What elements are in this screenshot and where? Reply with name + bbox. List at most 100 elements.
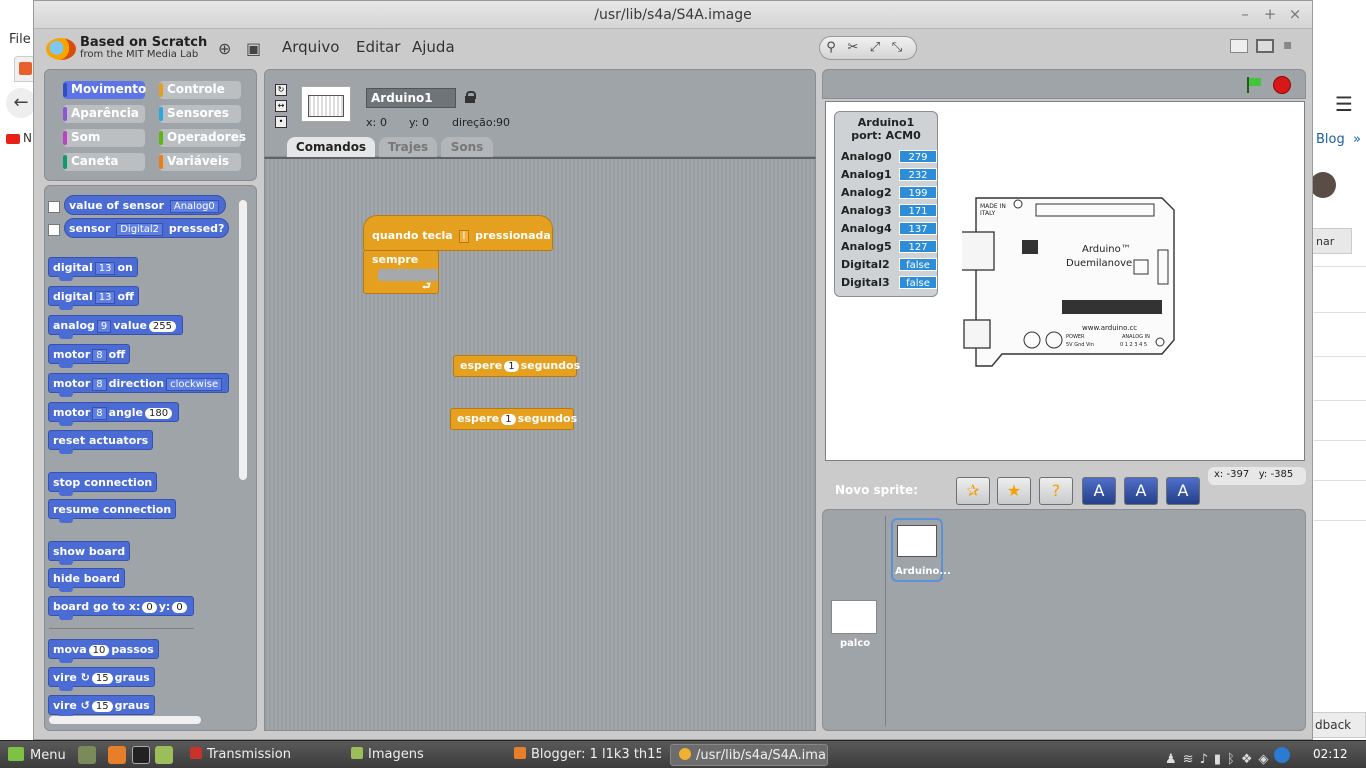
paint-new-sprite-button[interactable]: ✰	[956, 477, 990, 505]
category-som[interactable]: Som	[63, 129, 145, 147]
seconds-input[interactable]: 1	[501, 414, 516, 425]
start-menu-button[interactable]: Menu	[8, 747, 66, 763]
minimize-button[interactable]: –	[1236, 5, 1254, 23]
sensor-dropdown[interactable]: Digital2	[116, 223, 164, 236]
grow-tool-icon[interactable]: ⤢	[864, 37, 886, 59]
block-hide-board[interactable]: hide board	[48, 568, 125, 592]
category-sensores[interactable]: Sensores	[159, 105, 241, 123]
shrink-tool-icon[interactable]: ⤡	[886, 37, 908, 59]
block-board-go-to[interactable]: board go to x: 0 y: 0	[48, 596, 194, 620]
firefox-icon[interactable]	[108, 746, 126, 764]
lock-icon[interactable]	[465, 91, 476, 103]
x-input[interactable]: 0	[142, 602, 157, 613]
user-icon[interactable]: ♟	[1165, 752, 1183, 767]
task-s4a[interactable]: /usr/lib/s4a/S4A.ima...	[670, 744, 828, 766]
seconds-input[interactable]: 1	[504, 361, 519, 372]
random-sprite-button[interactable]: ?	[1039, 477, 1073, 505]
browser-partial-button[interactable]: nar	[1312, 228, 1352, 254]
angle-input[interactable]: 180	[145, 408, 173, 419]
sprite-card-arduino1[interactable]: Arduino...	[891, 518, 951, 582]
block-resume-connection[interactable]: resume connection	[48, 499, 177, 523]
avatar[interactable]	[1310, 172, 1336, 198]
tab-trajes[interactable]: Trajes	[379, 137, 437, 157]
volume-icon[interactable]: ♪	[1200, 752, 1214, 767]
normal-stage-view-button[interactable]	[1256, 39, 1274, 53]
rotate-flip-button[interactable]: ↔	[275, 100, 287, 112]
tab-comandos[interactable]: Comandos	[287, 137, 375, 157]
battery-icon[interactable]: ▮	[1214, 752, 1227, 767]
stamp-tool-icon[interactable]: ⚲	[820, 37, 842, 59]
save-icon[interactable]: ▣	[246, 39, 261, 58]
pin-dropdown[interactable]: 8	[92, 349, 107, 362]
category-caneta[interactable]: Caneta	[63, 153, 145, 171]
block-mova-passos[interactable]: mova 10 passos	[48, 639, 159, 663]
block-analog-value[interactable]: analog 9 value 255	[48, 315, 184, 339]
block-forever[interactable]: sempre ⮐	[363, 250, 439, 294]
dropbox-icon[interactable]: ❖	[1241, 752, 1259, 767]
browser-bookmark-blog[interactable]: Blog »	[1316, 132, 1361, 147]
green-flag-icon[interactable]	[1245, 77, 1261, 93]
block-digital-on[interactable]: digital 13 on	[48, 257, 138, 281]
youtube-bookmark[interactable]: N	[6, 131, 32, 145]
block-vire-direita[interactable]: vire ↻ 15 graus	[48, 667, 155, 691]
browser-menu-icon[interactable]: ☰	[1335, 92, 1353, 116]
block-sensor-pressed[interactable]: sensor Digital2 pressed?	[64, 218, 230, 238]
block-value-of-sensor[interactable]: value of sensor Analog0	[64, 195, 226, 215]
sensor-dropdown[interactable]: Analog0	[169, 200, 219, 213]
degrees-input[interactable]: 15	[91, 673, 113, 684]
pin-dropdown[interactable]: 8	[92, 407, 107, 420]
direction-dropdown[interactable]: clockwise	[166, 378, 223, 391]
system-tray[interactable]: ♟≋♪▮ᛒ❖◈	[1165, 747, 1291, 767]
category-variaveis[interactable]: Variáveis	[159, 153, 241, 171]
maximize-button[interactable]: +	[1261, 5, 1279, 23]
menu-editar[interactable]: Editar	[356, 38, 400, 56]
cut-tool-icon[interactable]: ✂	[842, 37, 864, 59]
bluetooth-icon[interactable]: ᛒ	[1227, 752, 1241, 767]
sensor-watcher-checkbox[interactable]	[48, 201, 60, 213]
menu-arquivo[interactable]: Arquivo	[282, 38, 339, 56]
block-stop-connection[interactable]: stop connection	[48, 472, 158, 496]
rotate-full-button[interactable]: ↻	[275, 84, 287, 96]
key-dropdown[interactable]: l	[458, 230, 470, 243]
block-reset-actuators[interactable]: reset actuators	[48, 430, 154, 454]
task-transmission[interactable]: Transmission	[182, 744, 337, 766]
files-icon[interactable]	[155, 746, 173, 764]
palette-horizontal-scrollbar[interactable]	[49, 716, 201, 724]
block-show-board[interactable]: show board	[48, 541, 131, 565]
steps-input[interactable]: 10	[88, 645, 110, 656]
palette-vertical-scrollbar[interactable]	[239, 200, 247, 480]
small-stage-view-button[interactable]	[1230, 39, 1248, 53]
hp-icon[interactable]	[1274, 747, 1291, 763]
category-operadores[interactable]: Operadores	[159, 129, 246, 147]
globe-icon[interactable]: ⊕	[218, 39, 231, 58]
sensor-board-panel[interactable]: Arduino1 port: ACM0 Analog0 279 Analog1 23…	[834, 111, 938, 297]
block-wait-seconds[interactable]: espere 1 segundos	[453, 355, 580, 377]
rotate-none-button[interactable]: •	[275, 116, 287, 128]
title-bar[interactable]: /usr/lib/s4a/S4A.image – + ×	[34, 1, 1312, 29]
task-blogger[interactable]: Blogger: 1 l1k3 th15 ...	[506, 744, 661, 766]
scripts-area[interactable]: quando tecla l pressionada sempre ⮐ espe…	[264, 157, 816, 731]
block-digital-off[interactable]: digital 13 off	[48, 286, 139, 310]
pin-dropdown[interactable]: 13	[94, 262, 116, 275]
paint-arduino-sprite-button[interactable]: A	[1124, 477, 1158, 505]
new-arduino-sprite-button[interactable]: A	[1082, 477, 1116, 505]
category-aparencia[interactable]: Aparência	[63, 105, 145, 123]
close-button[interactable]: ×	[1286, 5, 1304, 23]
pin-dropdown[interactable]: 8	[92, 378, 107, 391]
browser-back-button[interactable]: ←	[6, 88, 36, 118]
sensor-pressed-checkbox[interactable]	[48, 224, 60, 236]
menu-ajuda[interactable]: Ajuda	[412, 38, 455, 56]
block-motor-angle[interactable]: motor 8 angle 180	[48, 402, 180, 426]
category-movimento[interactable]: Movimento	[63, 81, 146, 99]
wifi-icon[interactable]: ≋	[1183, 752, 1200, 767]
block-wait-seconds[interactable]: espere 1 segundos	[450, 408, 577, 430]
feedback-button[interactable]: dback	[1310, 712, 1366, 738]
sprite-name-field[interactable]: Arduino1	[366, 88, 456, 108]
open-arduino-sprite-button[interactable]: A	[1166, 477, 1200, 505]
presentation-mode-button[interactable]: ▪	[1283, 38, 1301, 53]
block-when-key-pressed[interactable]: quando tecla l pressionada	[363, 215, 553, 251]
value-input[interactable]: 255	[148, 321, 177, 332]
terminal-icon[interactable]	[132, 746, 150, 764]
stage-thumbnail[interactable]	[831, 600, 877, 634]
degrees-input[interactable]: 15	[91, 701, 113, 712]
